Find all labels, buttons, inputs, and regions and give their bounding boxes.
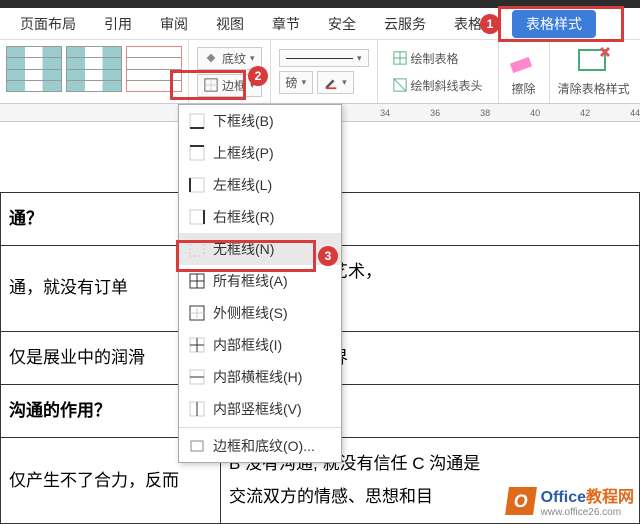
menu-view[interactable]: 视图 (204, 10, 256, 38)
dd-border-bottom[interactable]: 下框线(B) (179, 105, 341, 137)
callout-1: 1 (480, 14, 500, 34)
dd-border-inside-h[interactable]: 内部横框线(H) (179, 361, 341, 393)
border-dropdown: 下框线(B) 上框线(P) 左框线(L) 右框线(R) 无框线(N) 所有框线(… (178, 104, 342, 463)
border-label: 边框 (222, 77, 246, 94)
menu-chapter[interactable]: 章节 (260, 10, 312, 38)
chevron-down-icon: ▾ (342, 77, 347, 88)
draw-diagonal-button[interactable]: 绘制斜线表头 (386, 74, 490, 97)
shading-button[interactable]: 底纹 ▾ (197, 47, 262, 70)
menubar: 页面布局 引用 审阅 视图 章节 安全 云服务 表格工 表格样式 (0, 8, 640, 40)
border-right-icon (189, 209, 205, 225)
style-thumb[interactable] (66, 46, 122, 92)
menu-review[interactable]: 审阅 (148, 10, 200, 38)
watermark: O Office教程网 www.office26.com (507, 483, 634, 518)
dd-border-dialog[interactable]: 边框和底纹(O)... (179, 430, 341, 462)
border-dialog-icon (189, 438, 205, 454)
table-styles-gallery[interactable] (0, 40, 188, 103)
watermark-logo-icon: O (505, 487, 537, 515)
clear-style-icon[interactable] (577, 46, 611, 76)
dd-border-none[interactable]: 无框线(N) (179, 233, 341, 265)
line-style-selector[interactable]: ▾ (279, 49, 369, 67)
tab-table-style[interactable]: 表格样式 (512, 10, 596, 38)
weight-label: 磅 (286, 74, 298, 91)
dd-border-top[interactable]: 上框线(P) (179, 137, 341, 169)
chevron-down-icon: ▾ (357, 53, 362, 64)
clear-style-label: 清除表格样式 (558, 80, 630, 97)
dd-border-all[interactable]: 所有框线(A) (179, 265, 341, 297)
chevron-down-icon: ▾ (250, 53, 255, 64)
border-none-icon (189, 241, 205, 257)
style-thumb[interactable] (6, 46, 62, 92)
shading-label: 底纹 (222, 50, 246, 67)
dd-border-inside[interactable]: 内部框线(I) (179, 329, 341, 361)
draw-table-label: 绘制表格 (411, 50, 459, 67)
line-color-selector[interactable]: ▾ (317, 71, 354, 94)
dd-border-inside-v[interactable]: 内部竖框线(V) (179, 393, 341, 425)
eraser-label: 擦除 (512, 80, 536, 97)
style-thumb[interactable] (126, 46, 182, 92)
dd-border-left[interactable]: 左框线(L) (179, 169, 341, 201)
dd-border-right[interactable]: 右框线(R) (179, 201, 341, 233)
menu-references[interactable]: 引用 (92, 10, 144, 38)
ribbon: 底纹 ▾ 边框 ▾ ▾ 磅 ▾ ▾ 绘制表格 (0, 40, 640, 104)
border-top-icon (189, 145, 205, 161)
bucket-icon (204, 51, 218, 65)
draw-table-button[interactable]: 绘制表格 (386, 47, 490, 70)
callout-3: 3 (318, 246, 338, 266)
border-icon (204, 78, 218, 92)
draw-diag-label: 绘制斜线表头 (411, 77, 483, 94)
line-weight-selector[interactable]: 磅 ▾ (279, 71, 314, 94)
border-inside-h-icon (189, 369, 205, 385)
menu-security[interactable]: 安全 (316, 10, 368, 38)
border-left-icon (189, 177, 205, 193)
eraser-icon[interactable] (507, 46, 541, 76)
border-inside-v-icon (189, 401, 205, 417)
border-all-icon (189, 273, 205, 289)
dd-border-outside[interactable]: 外侧框线(S) (179, 297, 341, 329)
draw-table-icon (393, 51, 407, 65)
border-bottom-icon (189, 113, 205, 129)
border-inside-icon (189, 337, 205, 353)
callout-2: 2 (248, 66, 268, 86)
diagonal-icon (393, 78, 407, 92)
chevron-down-icon: ▾ (302, 77, 307, 88)
menu-page-layout[interactable]: 页面布局 (8, 10, 88, 38)
border-outside-icon (189, 305, 205, 321)
pen-icon (324, 76, 338, 90)
menu-cloud[interactable]: 云服务 (372, 10, 438, 38)
